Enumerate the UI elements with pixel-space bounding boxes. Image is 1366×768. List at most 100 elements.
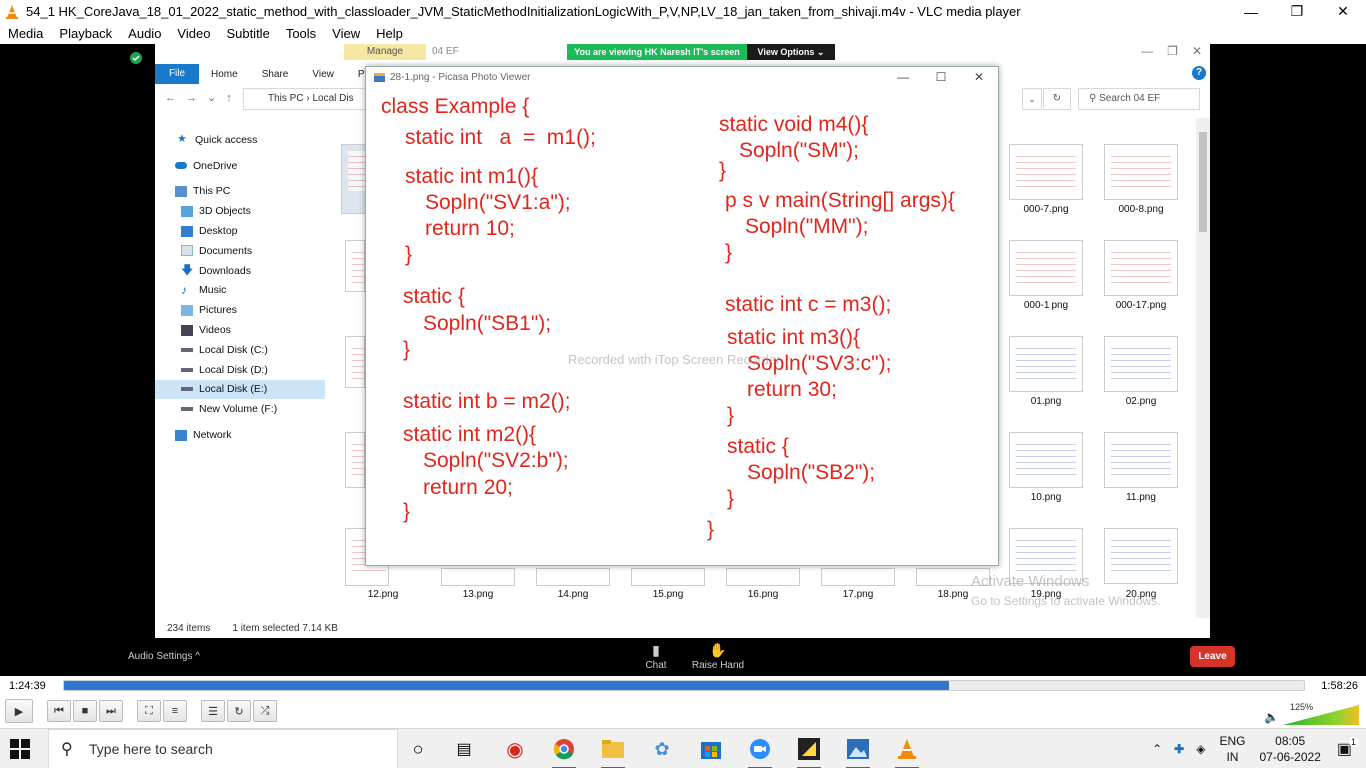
nav-label: Documents: [199, 244, 253, 257]
menu-tools[interactable]: Tools: [278, 26, 324, 41]
snipping-tool-icon[interactable]: ✿: [647, 735, 677, 763]
file-explorer-icon[interactable]: [598, 735, 628, 768]
minimize-button[interactable]: —: [1228, 0, 1274, 23]
file-scrollbar: [1196, 118, 1210, 618]
thumbnail-preview: [1111, 151, 1171, 191]
vlc-taskbar-icon[interactable]: [892, 735, 922, 768]
scrollbar-thumb: [1199, 132, 1207, 232]
fullscreen-button[interactable]: ⛶: [137, 700, 161, 722]
previous-button[interactable]: ⏮: [47, 700, 71, 722]
nav-label: Desktop: [199, 225, 238, 238]
thumbnail-preview: [352, 247, 364, 287]
file-name: 13.png: [462, 589, 494, 600]
audio-settings-button[interactable]: Audio Settings ^: [128, 651, 200, 662]
raise-hand-button[interactable]: ✋ Raise Hand: [688, 642, 748, 671]
nav-3d-objects: 3D Objects: [155, 201, 325, 221]
menu-audio[interactable]: Audio: [120, 26, 169, 41]
menu-view[interactable]: View: [324, 26, 368, 41]
task-view-icon[interactable]: ▤: [449, 735, 479, 763]
close-button[interactable]: ✕: [1320, 0, 1366, 23]
nav-disk-e: Local Disk (E:): [155, 379, 325, 400]
seek-slider[interactable]: [63, 680, 1305, 691]
cortana-icon[interactable]: ○: [403, 735, 433, 763]
chrome-icon[interactable]: [549, 735, 579, 768]
file-name: 17.png: [842, 589, 874, 600]
disk-icon: [181, 367, 193, 372]
playlist-button[interactable]: ☰: [201, 700, 225, 722]
file-name: 01.png: [1030, 396, 1062, 407]
thumbnail-preview: [1016, 151, 1076, 191]
file-thumbnail: [345, 240, 365, 292]
code-line: Sopln("SM");: [739, 139, 859, 162]
folder-title: 04 EF: [432, 46, 459, 57]
download-icon: 🡇: [181, 263, 194, 278]
clock-time: 08:05: [1275, 734, 1306, 748]
activate-windows-subtitle: Go to Settings to activate Windows.: [971, 594, 1161, 608]
nav-onedrive: OneDrive: [155, 156, 325, 176]
nav-label: Local Disk (D:): [199, 363, 268, 376]
file-name: 000-7.png: [1023, 204, 1069, 215]
music-icon: ♪: [181, 282, 187, 297]
file-thumbnail: [1104, 144, 1178, 200]
loop-button[interactable]: ↻: [227, 700, 251, 722]
store-icon[interactable]: [696, 735, 726, 763]
file-thumbnail: [1104, 336, 1178, 392]
menu-media[interactable]: Media: [0, 26, 51, 41]
nav-label: Pictures: [199, 304, 237, 317]
recorder-watermark: Recorded with iTop Screen Recorder: [568, 352, 781, 367]
cloud-icon: [175, 162, 187, 170]
chevron-up-icon[interactable]: ⌃: [1152, 742, 1162, 756]
leave-button[interactable]: Leave: [1190, 646, 1235, 667]
play-button[interactable]: ▶: [5, 699, 33, 723]
menu-video[interactable]: Video: [169, 26, 218, 41]
windows-start-icon[interactable]: [10, 739, 30, 759]
nav-videos: Videos: [155, 320, 325, 340]
zoom-app-icon[interactable]: [745, 735, 775, 768]
recorder-app-icon[interactable]: ◉: [500, 735, 530, 763]
zoom-logo: [750, 739, 770, 759]
clock[interactable]: 08:05 07-06-2022: [1259, 733, 1320, 765]
video-area[interactable]: Manage 04 EF You are viewing HK Naresh I…: [0, 44, 1366, 676]
menu-subtitle[interactable]: Subtitle: [218, 26, 277, 41]
shield-icon: [130, 52, 142, 64]
system-tray: ⌃ ✚ ◈ ENG IN 08:05 07-06-2022 ▣ 1: [1152, 729, 1366, 768]
menu-help[interactable]: Help: [368, 26, 411, 41]
picasa-title: 28-1.png - Picasa Photo Viewer: [390, 71, 531, 83]
taskbar-search[interactable]: ⚲ Type here to search: [48, 729, 398, 768]
extended-settings-button[interactable]: ≡: [163, 700, 187, 722]
language-code: ENG: [1219, 734, 1246, 748]
code-line: static int m2(){: [403, 423, 537, 446]
nav-music: ♪ Music: [155, 281, 325, 301]
bluetooth-plus-icon[interactable]: ✚: [1174, 742, 1184, 756]
notification-icon[interactable]: ▣ 1: [1337, 737, 1358, 759]
nav-label: Local Disk (E:): [199, 383, 268, 396]
restore-button[interactable]: ❐: [1274, 0, 1320, 23]
picasa-icon: [374, 72, 385, 82]
view-options-button[interactable]: View Options ⌄: [747, 44, 835, 60]
language-indicator[interactable]: ENG IN: [1219, 733, 1245, 765]
menu-playback[interactable]: Playback: [51, 26, 120, 41]
search-icon: ⚲: [61, 741, 73, 758]
stop-button[interactable]: ■: [73, 700, 97, 722]
manage-tab[interactable]: Manage: [344, 44, 426, 60]
thumbnail-preview: [1111, 535, 1171, 575]
file-thumbnail: [345, 336, 365, 388]
raise-hand-label: Raise Hand: [691, 660, 745, 671]
code-line: Sopln("SV2:b");: [423, 449, 569, 472]
nav-label: Quick access: [195, 133, 258, 146]
nav-label: Videos: [199, 324, 231, 337]
shuffle-button[interactable]: ⤮: [253, 700, 277, 722]
nav-volume-f: New Volume (F:): [155, 399, 325, 419]
photo-viewer-icon[interactable]: [843, 735, 873, 768]
activate-windows-title: Activate Windows: [971, 573, 1090, 590]
vlc-taskbar-cone-icon: [898, 739, 916, 759]
volume-icon[interactable]: 🔈: [1264, 710, 1279, 724]
address-bar: This PC › Local Dis: [243, 88, 373, 110]
volume-slider[interactable]: [1283, 705, 1361, 725]
network-tray-icon[interactable]: ◈: [1196, 742, 1205, 756]
explorer-status-bar: 234 items 1 item selected 7.14 KB: [155, 618, 1210, 638]
loop-icon: ↻: [234, 705, 244, 718]
next-button[interactable]: ⏭: [99, 700, 123, 722]
sticky-notes-icon[interactable]: [794, 735, 824, 768]
chat-button[interactable]: ▮ Chat: [626, 642, 686, 671]
